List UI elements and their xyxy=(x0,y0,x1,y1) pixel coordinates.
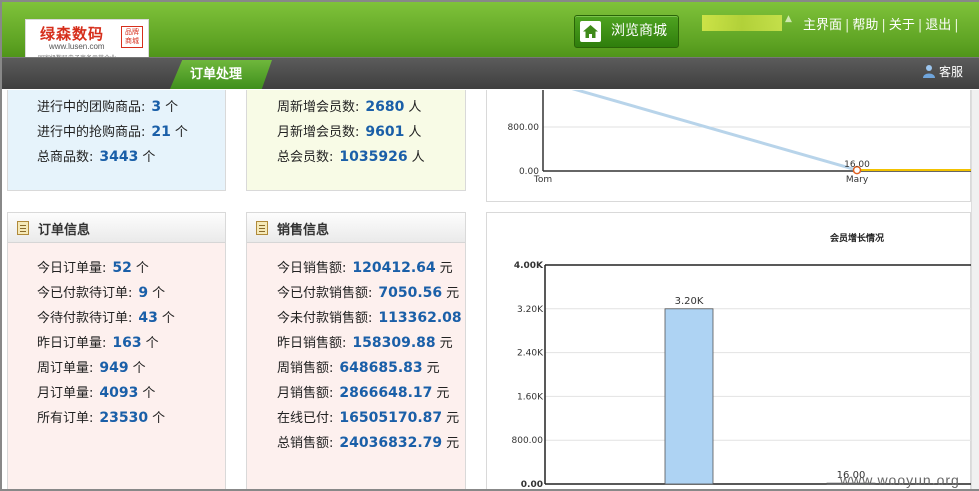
logo-stamp: 品牌商城 xyxy=(121,26,143,48)
caret-up-icon: ▲ xyxy=(785,14,792,24)
sales-panel-title: 销售信息 xyxy=(277,223,330,238)
orders-panel-title: 订单信息 xyxy=(38,223,91,238)
goods-row: 进行中的抢购商品: 21 个 xyxy=(37,124,188,140)
sales-row: 今已付款销售额: 7050.56 元 xyxy=(277,285,460,301)
window-frame: 绿森数码 品牌商城 www.lusen.com —国家级数码电子商务示范企业— … xyxy=(0,0,979,491)
customer-service-label: 客服 xyxy=(939,65,964,79)
sales-row: 今日销售额: 120412.64 元 xyxy=(277,260,453,276)
link-logout[interactable]: 退出 xyxy=(925,18,951,33)
link-main[interactable]: 主界面 xyxy=(803,18,842,33)
members-row: 周新增会员数: 2680 人 xyxy=(277,99,422,115)
sales-row: 周销售额: 648685.83 元 xyxy=(277,360,440,376)
sales-row: 昨日销售额: 158309.88 元 xyxy=(277,335,453,351)
members-row: 总会员数: 1035926 人 xyxy=(277,149,425,165)
orders-panel: 订单信息 今日订单量: 52 个 今已付款待订单: 9 个 今待付款待订单: 43 个 昨日… xyxy=(7,212,226,489)
browse-store-button[interactable]: 浏览商城 xyxy=(574,15,679,48)
link-help[interactable]: 帮助 xyxy=(852,18,878,33)
sales-row: 在线已付: 16505170.87 元 xyxy=(277,410,460,426)
y-tick-label: 800.00 xyxy=(508,123,540,133)
series-line xyxy=(542,78,858,172)
category-label: Tom xyxy=(533,175,552,185)
scrollbar[interactable] xyxy=(971,90,979,489)
customer-service-link[interactable]: 客服 xyxy=(923,63,963,81)
logo-name: 绿森数码 xyxy=(40,25,105,43)
orders-row: 月订单量: 4093 个 xyxy=(37,385,156,401)
member-growth-chart: 会员增长情况 4.00K 3.20K 2.40K 1.60K 800.00 0.00 3.20… xyxy=(486,212,972,490)
orders-row: 今日订单量: 52 个 xyxy=(37,260,149,276)
user-icon xyxy=(923,64,935,78)
y-tick-label: 2.40K xyxy=(517,349,544,359)
chart-title: 会员增长情况 xyxy=(830,232,884,244)
header: 绿森数码 品牌商城 www.lusen.com —国家级数码电子商务示范企业— … xyxy=(2,2,979,89)
category-label: Mary xyxy=(846,175,869,185)
y-tick-label: 800.00 xyxy=(512,436,544,446)
orders-row: 今已付款待订单: 9 个 xyxy=(37,285,166,301)
sales-row: 月销售额: 2866648.17 元 xyxy=(277,385,450,401)
y-tick-label: 1.60K xyxy=(517,392,544,402)
username-redacted xyxy=(702,15,782,31)
home-icon xyxy=(580,21,601,42)
notepad-icon xyxy=(256,221,268,235)
sales-panel-header: 销售信息 xyxy=(247,213,465,243)
orders-row: 昨日订单量: 163 个 xyxy=(37,335,159,351)
bar-data-label: 3.20K xyxy=(675,296,704,307)
goods-panel: 进行中的团购商品: 3 个 进行中的抢购商品: 21 个 总商品数: 3443 个 xyxy=(7,90,226,191)
browse-store-label: 浏览商城 xyxy=(611,23,667,39)
notepad-icon xyxy=(17,221,29,235)
link-about[interactable]: 关于 xyxy=(889,18,915,33)
orders-panel-header: 订单信息 xyxy=(8,213,225,243)
sales-line-chart: 800.00 0.00 16.00 Tom Mary xyxy=(486,78,972,202)
sales-row: 今未付款销售额: 113362.08 xyxy=(277,310,462,326)
members-row: 月新增会员数: 9601 人 xyxy=(277,124,422,140)
orders-row: 今待付款待订单: 43 个 xyxy=(37,310,175,326)
bar xyxy=(664,308,714,485)
goods-row: 总商品数: 3443 个 xyxy=(37,149,156,165)
top-links: 主界面 | 帮助 | 关于 | 退出 | xyxy=(803,18,959,33)
orders-row: 所有订单: 23530 个 xyxy=(37,410,166,426)
y-tick-label: 4.00K xyxy=(514,261,544,271)
nav-bar xyxy=(2,57,979,89)
sales-panel: 销售信息 今日销售额: 120412.64 元 今已付款销售额: 7050.56 元 今… xyxy=(246,212,466,489)
watermark: www.wooyun.org xyxy=(840,472,960,488)
orders-row: 周订单量: 949 个 xyxy=(37,360,146,376)
goods-row: 进行中的团购商品: 3 个 xyxy=(37,99,179,115)
members-panel: 周新增会员数: 2680 人 月新增会员数: 9601 人 总会员数: 1035926 人 xyxy=(246,90,466,191)
bar-chart-svg: 会员增长情况 4.00K 3.20K 2.40K 1.60K 800.00 0.00 3.20… xyxy=(512,232,972,490)
y-tick-label: 0.00 xyxy=(521,480,543,490)
logo-url: www.lusen.com xyxy=(49,42,105,51)
sales-row: 总销售额: 24036832.79 元 xyxy=(277,435,460,451)
data-label: 16.00 xyxy=(844,160,870,170)
y-tick-label: 3.20K xyxy=(517,305,544,315)
line-chart-svg: 800.000.0016.00Tom Mary xyxy=(508,78,972,185)
tab-order-processing[interactable]: 订单处理 xyxy=(170,60,272,89)
